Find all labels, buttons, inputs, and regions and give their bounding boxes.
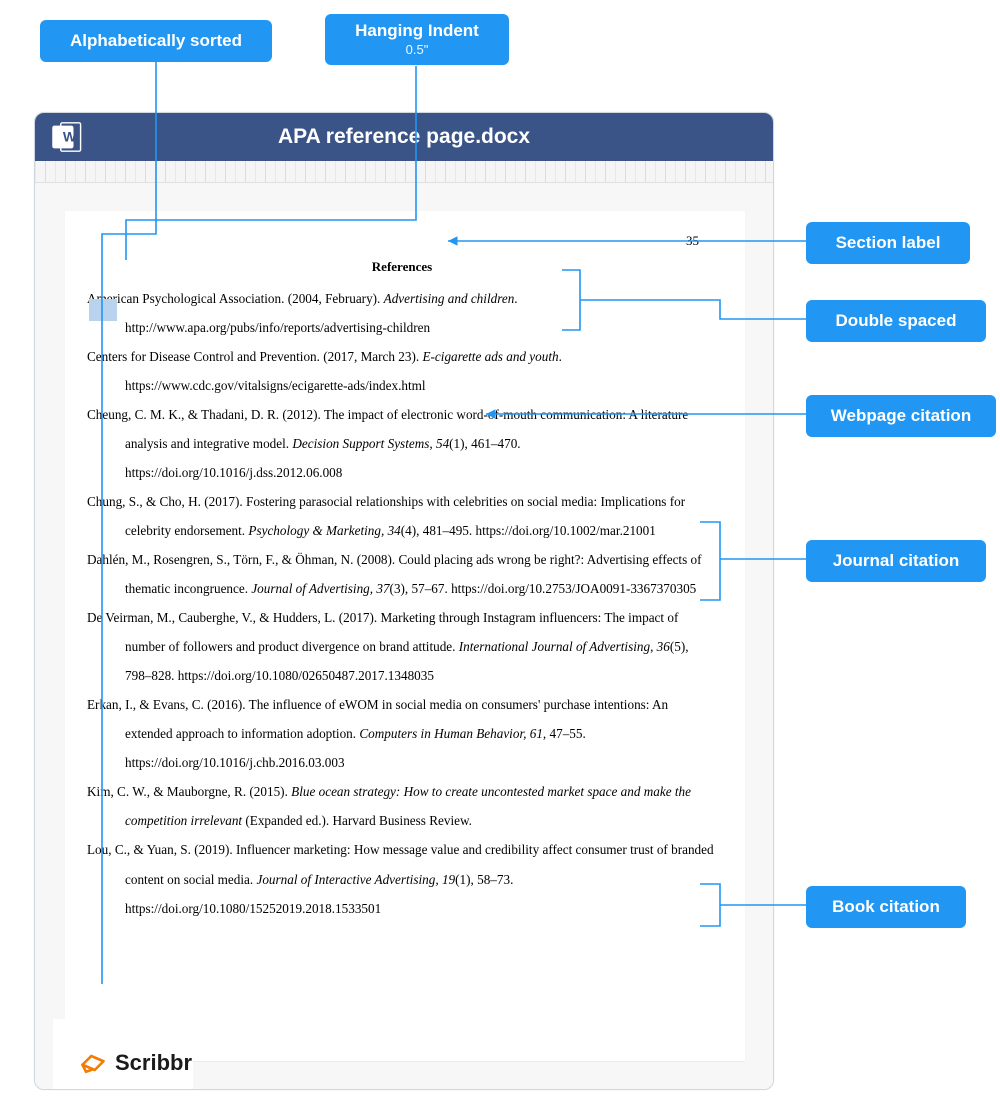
reference-entry: Centers for Disease Control and Preventi…: [87, 342, 717, 400]
label-alpha-sorted: Alphabetically sorted: [40, 20, 272, 62]
scribbr-logo: Scribbr: [79, 1049, 192, 1077]
reference-entry: Dahlén, M., Rosengren, S., Törn, F., & Ö…: [87, 545, 717, 603]
svg-text:W: W: [63, 129, 77, 145]
label-section: Section label: [806, 222, 970, 264]
reference-entry: Chung, S., & Cho, H. (2017). Fostering p…: [87, 487, 717, 545]
page-background: 35 References American Psychological Ass…: [35, 183, 773, 1090]
reference-entry: De Veirman, M., Cauberghe, V., & Hudders…: [87, 603, 717, 690]
label-journal-citation: Journal citation: [806, 540, 986, 582]
brand-name: Scribbr: [115, 1050, 192, 1076]
document-frame: W APA reference page.docx 35 References …: [34, 112, 774, 1090]
page-number: 35: [686, 227, 699, 256]
paper: 35 References American Psychological Ass…: [65, 211, 745, 1061]
reference-entry: Lou, C., & Yuan, S. (2019). Influencer m…: [87, 835, 717, 922]
document-header: W APA reference page.docx: [35, 113, 773, 161]
label-hanging-indent: Hanging Indent 0.5": [325, 14, 509, 65]
ruler: [35, 161, 773, 183]
word-icon: W: [45, 119, 85, 155]
indent-highlight: [89, 299, 117, 321]
document-title: APA reference page.docx: [85, 125, 773, 149]
label-webpage-citation: Webpage citation: [806, 395, 996, 437]
reference-entry: American Psychological Association. (200…: [87, 284, 717, 342]
reference-entry: Erkan, I., & Evans, C. (2016). The influ…: [87, 690, 717, 777]
reference-entry: Cheung, C. M. K., & Thadani, D. R. (2012…: [87, 400, 717, 487]
label-double-spaced: Double spaced: [806, 300, 986, 342]
reference-entry: Kim, C. W., & Mauborgne, R. (2015). Blue…: [87, 777, 717, 835]
references-heading: References: [87, 253, 717, 282]
label-book-citation: Book citation: [806, 886, 966, 928]
